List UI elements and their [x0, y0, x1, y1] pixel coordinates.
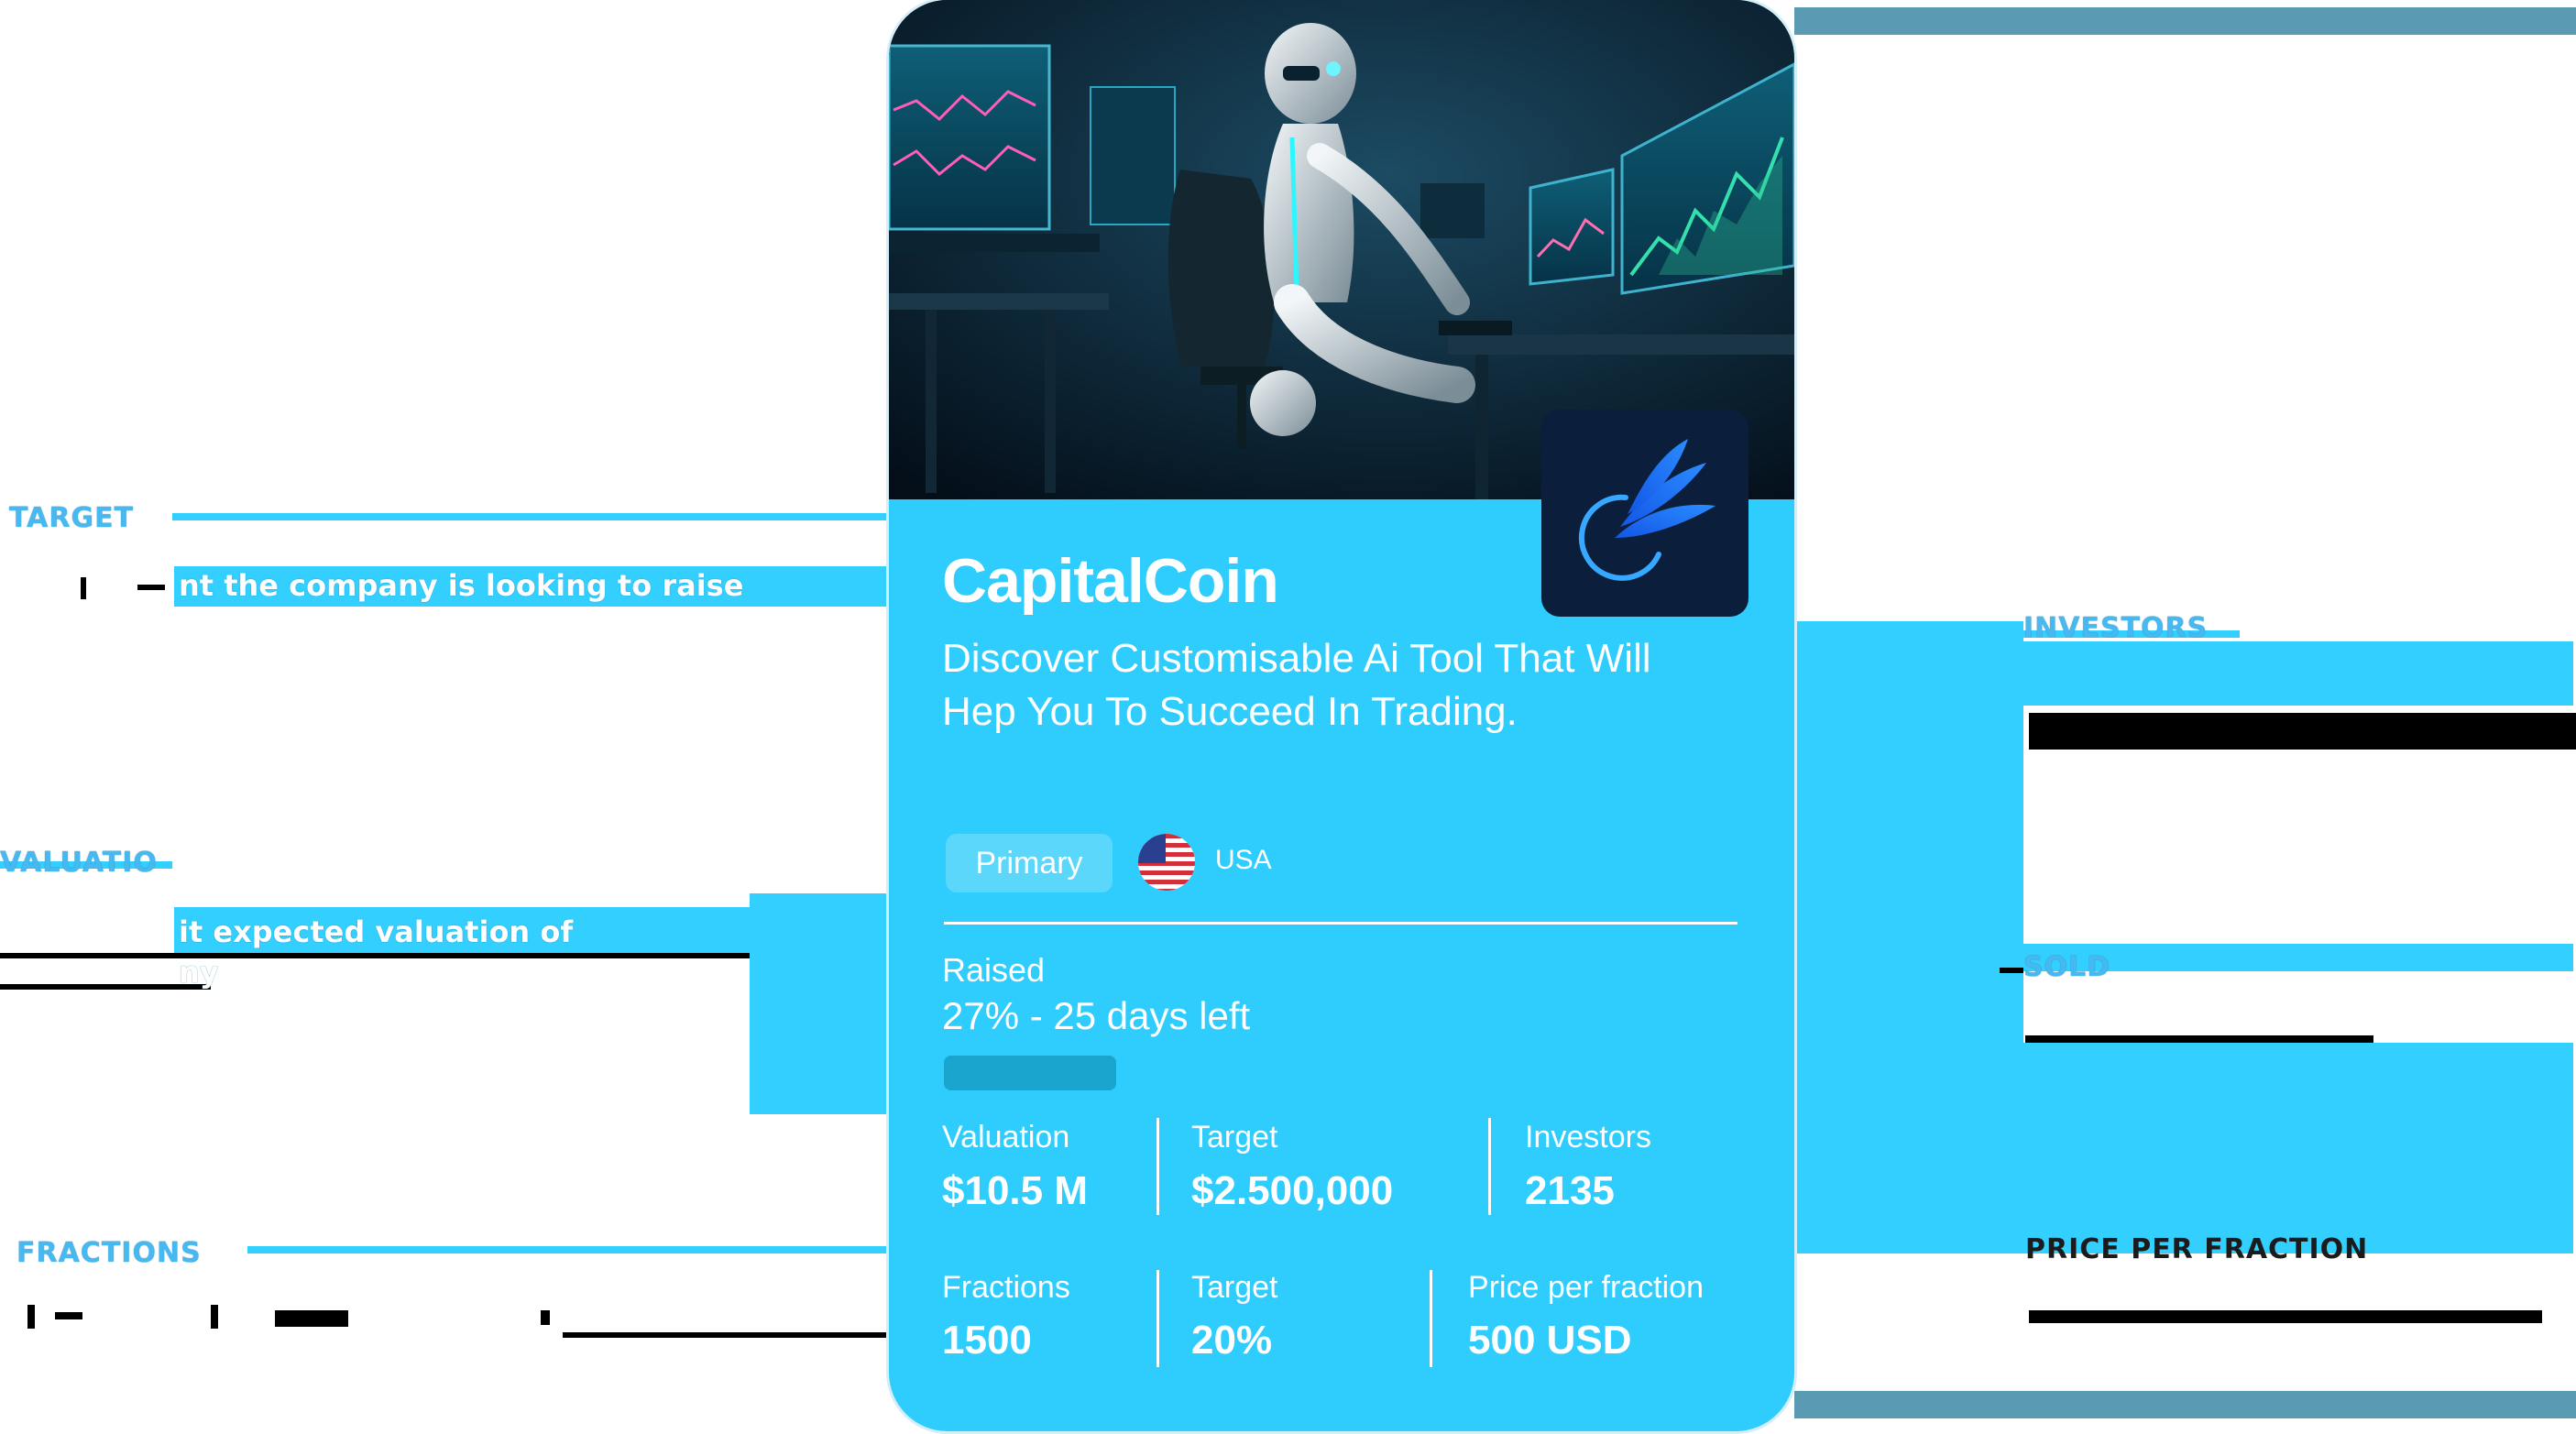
valuation-label: Valuation — [942, 1120, 1070, 1155]
price-per-fraction-value: 500 USD — [1468, 1318, 1632, 1363]
annotation-fractions-label: FRACTIONS — [16, 1237, 202, 1269]
price-per-fraction-label: Price per fraction — [1468, 1270, 1704, 1305]
stat-separator — [1430, 1270, 1432, 1367]
annotation-sold-label: SOLD — [2023, 951, 2111, 983]
target-marker — [81, 577, 86, 599]
fraction-target-label: Target — [1191, 1270, 1278, 1305]
fractions-marker — [27, 1305, 35, 1329]
target-marker — [137, 585, 165, 590]
target-connector — [172, 513, 889, 520]
investors-desc-band — [2023, 641, 2573, 706]
top-right-band — [1794, 7, 2576, 35]
annotation-target-label: TARGET — [9, 502, 135, 534]
campaign-type-chip[interactable]: Primary — [946, 834, 1113, 892]
stat-separator — [1156, 1270, 1159, 1367]
sold-rule — [2025, 1035, 2373, 1043]
valuation-band-join — [750, 893, 889, 955]
annotation-target-description: nt the company is looking to raise — [179, 568, 744, 603]
fractions-value: 1500 — [942, 1318, 1032, 1363]
target-value: $2.500,000 — [1191, 1168, 1394, 1213]
fractions-marker — [55, 1312, 82, 1319]
campaign-brand-title: CapitalCoin — [942, 546, 1279, 616]
investors-value: 2135 — [1525, 1168, 1615, 1213]
raised-label: Raised — [942, 951, 1046, 989]
fractions-rule — [563, 1332, 889, 1338]
annotation-valuation-description-2: ny — [179, 955, 219, 990]
valuation-value: $10.5 M — [942, 1168, 1088, 1213]
campaign-card[interactable]: CapitalCoin Discover Customisable Ai Too… — [889, 0, 1794, 1431]
capitalcoin-logo-icon — [1541, 410, 1748, 617]
sold-marker — [2000, 968, 2023, 973]
annotation-investors-label: INVESTORS — [2023, 612, 2209, 644]
price-rule — [2029, 1310, 2542, 1323]
fractions-marker — [275, 1310, 348, 1327]
raised-progress-bar — [944, 1056, 1116, 1090]
fractions-marker — [541, 1310, 550, 1325]
fractions-label: Fractions — [942, 1270, 1070, 1305]
us-flag-icon — [1138, 834, 1195, 891]
raised-value: 27% - 25 days left — [942, 994, 1251, 1037]
annotation-valuation-description: it expected valuation of — [179, 914, 574, 949]
raised-progress-fill — [944, 1056, 1116, 1090]
sold-desc-band — [2023, 1043, 2573, 1253]
investors-label: Investors — [1525, 1120, 1651, 1155]
fractions-connector — [247, 1246, 889, 1253]
valuation-band-lower — [750, 955, 889, 1114]
campaign-tagline: Discover Customisable Ai Tool That Will … — [942, 636, 1651, 734]
investors-band — [1794, 621, 2023, 1253]
fraction-target-value: 20% — [1191, 1318, 1273, 1363]
bottom-right-band — [1794, 1391, 2576, 1418]
target-label: Target — [1191, 1120, 1278, 1155]
card-divider — [944, 922, 1737, 925]
campaign-country: USA — [1215, 845, 1272, 875]
valuation-rule — [0, 953, 750, 958]
annotation-valuation-label: VALUATIO — [0, 847, 158, 879]
stat-separator — [1156, 1118, 1159, 1215]
fractions-marker — [211, 1305, 218, 1329]
investors-rule — [2029, 713, 2576, 750]
stat-separator — [1488, 1118, 1491, 1215]
annotation-price-per-fraction-label: PRICE PER FRACTION — [2025, 1233, 2369, 1265]
